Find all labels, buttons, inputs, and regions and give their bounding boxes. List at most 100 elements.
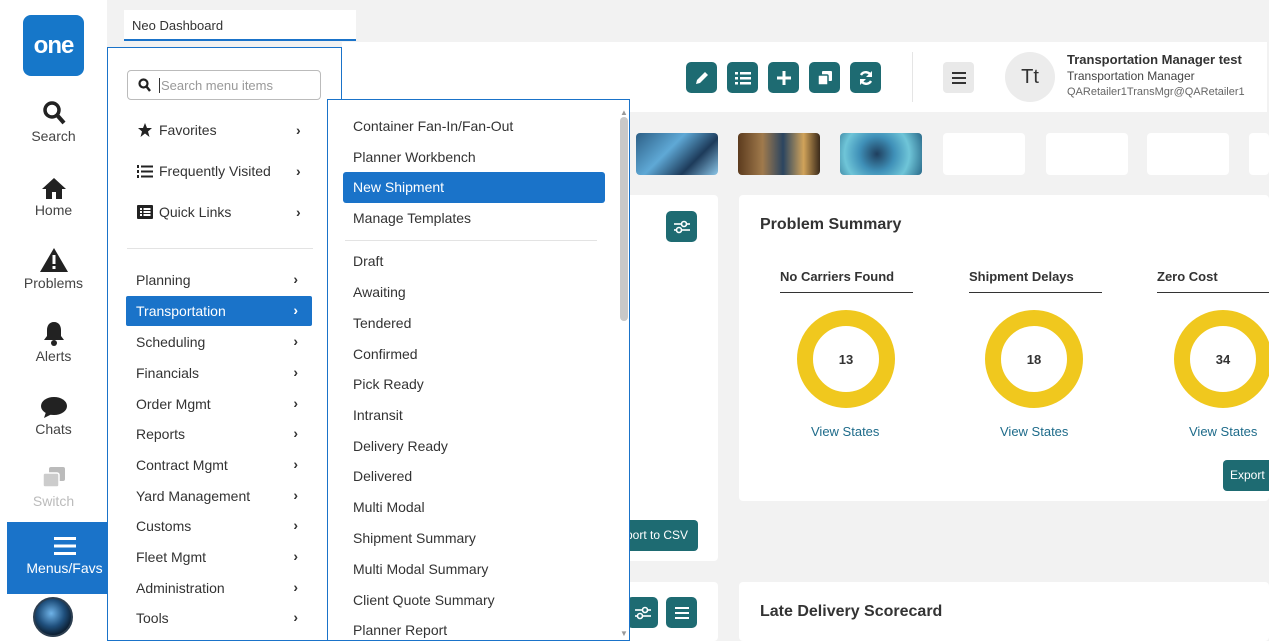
- submenu-item-label: Pick Ready: [353, 376, 424, 392]
- user-avatar[interactable]: Tt: [1005, 52, 1055, 102]
- chevron-right-icon: ›: [293, 364, 298, 380]
- pencil-icon: [695, 71, 708, 84]
- chevron-right-icon: ›: [293, 425, 298, 441]
- search-icon: [138, 78, 151, 92]
- donut-shipment-delays[interactable]: 18: [985, 310, 1083, 408]
- submenu-pick-ready[interactable]: Pick Ready: [343, 369, 605, 400]
- submenu-planner-report[interactable]: Planner Report: [343, 615, 605, 641]
- menu-item-administration[interactable]: Administration ›: [126, 573, 312, 603]
- menu-item-yard-management[interactable]: Yard Management ›: [126, 481, 312, 511]
- tile-5[interactable]: [1046, 133, 1128, 175]
- rail-problems[interactable]: Problems: [0, 247, 107, 291]
- submenu-item-label: Planner Workbench: [353, 149, 476, 165]
- header-menu-button[interactable]: [943, 62, 974, 93]
- app-logo[interactable]: one: [23, 15, 84, 76]
- export-button[interactable]: Export: [1223, 460, 1269, 491]
- menu-item-label: Financials: [136, 365, 200, 381]
- tile-6[interactable]: [1147, 133, 1229, 175]
- rail-alerts-label: Alerts: [35, 348, 72, 364]
- menu-item-customs[interactable]: Customs ›: [126, 511, 312, 541]
- submenu-new-shipment[interactable]: New Shipment: [343, 172, 605, 203]
- bottom-settings-button[interactable]: [627, 597, 658, 628]
- submenu-item-label: Planner Report: [353, 622, 448, 638]
- rail-switch[interactable]: Switch: [0, 465, 107, 509]
- rail-home[interactable]: Home: [0, 176, 107, 218]
- submenu-item-label: Delivery Ready: [353, 438, 448, 454]
- menu-item-reports[interactable]: Reports ›: [126, 419, 312, 449]
- home-icon: [41, 178, 66, 199]
- scroll-up-arrow[interactable]: ▲: [620, 108, 628, 117]
- menu-item-tools[interactable]: Tools ›: [126, 603, 312, 633]
- image-tile-2[interactable]: [738, 133, 820, 175]
- menu-item-contract-mgmt[interactable]: Contract Mgmt ›: [126, 450, 312, 480]
- menu-quick-links[interactable]: Quick Links ›: [137, 204, 301, 220]
- menu-frequently-visited-label: Frequently Visited: [159, 163, 271, 179]
- rail-alerts[interactable]: Alerts: [0, 320, 107, 364]
- edit-button[interactable]: [686, 62, 717, 93]
- list-button[interactable]: [727, 62, 758, 93]
- hamburger-icon: [674, 606, 689, 619]
- submenu-item-label: Delivered: [353, 468, 413, 484]
- submenu-intransit[interactable]: Intransit: [343, 400, 605, 431]
- submenu-confirmed[interactable]: Confirmed: [343, 339, 605, 370]
- submenu-multi-modal-summary[interactable]: Multi Modal Summary: [343, 554, 605, 585]
- submenu-multi-modal[interactable]: Multi Modal: [343, 492, 605, 523]
- add-button[interactable]: [768, 62, 799, 93]
- menu-favorites[interactable]: Favorites ›: [137, 122, 301, 138]
- globe-avatar[interactable]: [33, 597, 73, 637]
- menu-quick-links-label: Quick Links: [159, 204, 232, 220]
- metric-shipment-delays-label: Shipment Delays: [969, 269, 1102, 293]
- menu-item-label: Scheduling: [136, 334, 206, 350]
- user-role: Transportation Manager: [1067, 69, 1195, 83]
- tile-7[interactable]: [1249, 133, 1269, 175]
- submenu-planner-workbench[interactable]: Planner Workbench: [343, 142, 605, 173]
- menu-item-planning[interactable]: Planning ›: [126, 265, 312, 295]
- view-states-link-3[interactable]: View States: [1189, 424, 1257, 439]
- view-states-link-2[interactable]: View States: [1000, 424, 1068, 439]
- menu-frequently-visited[interactable]: Frequently Visited ›: [137, 163, 301, 179]
- menu-item-scheduling[interactable]: Scheduling ›: [126, 327, 312, 357]
- menu-item-financials[interactable]: Financials ›: [126, 358, 312, 388]
- submenu-manage-templates[interactable]: Manage Templates: [343, 203, 605, 234]
- submenu-tendered[interactable]: Tendered: [343, 308, 605, 339]
- chevron-right-icon: ›: [293, 579, 298, 595]
- copy-button[interactable]: [809, 62, 840, 93]
- image-tile-1[interactable]: [636, 133, 718, 175]
- rail-chats[interactable]: Chats: [0, 395, 107, 437]
- submenu-awaiting[interactable]: Awaiting: [343, 277, 605, 308]
- widget-settings-button[interactable]: [666, 211, 697, 242]
- submenu-client-quote-summary[interactable]: Client Quote Summary: [343, 585, 605, 616]
- submenu-item-label: Manage Templates: [353, 210, 472, 226]
- rail-search-label: Search: [31, 128, 76, 144]
- chevron-right-icon: ›: [293, 517, 298, 533]
- menu-favorites-label: Favorites: [159, 122, 217, 138]
- chevron-right-icon: ›: [293, 456, 298, 472]
- menu-search-input[interactable]: Search menu items: [127, 70, 321, 100]
- menu-item-transportation[interactable]: Transportation ›: [126, 296, 312, 326]
- chevron-right-icon: ›: [293, 609, 298, 625]
- view-states-link-1[interactable]: View States: [811, 424, 879, 439]
- submenu-divider: [345, 240, 597, 241]
- tile-4[interactable]: [943, 133, 1025, 175]
- submenu-container-fan[interactable]: Container Fan-In/Fan-Out: [343, 111, 605, 142]
- submenu-item-label: New Shipment: [353, 179, 445, 195]
- menu-item-order-mgmt[interactable]: Order Mgmt ›: [126, 389, 312, 419]
- image-tile-3[interactable]: [840, 133, 922, 175]
- sliders-icon: [673, 220, 690, 233]
- rail-search[interactable]: Search: [0, 100, 107, 144]
- submenu-item-label: Container Fan-In/Fan-Out: [353, 118, 514, 134]
- submenu-scrollbar[interactable]: [620, 117, 628, 321]
- refresh-button[interactable]: [850, 62, 881, 93]
- submenu-shipment-summary[interactable]: Shipment Summary: [343, 523, 605, 554]
- submenu-delivered[interactable]: Delivered: [343, 461, 605, 492]
- submenu-delivery-ready[interactable]: Delivery Ready: [343, 431, 605, 462]
- menu-item-fleet-mgmt[interactable]: Fleet Mgmt ›: [126, 542, 312, 572]
- rail-menus-favs[interactable]: Menus/Favs: [7, 522, 122, 594]
- bottom-list-button[interactable]: [666, 597, 697, 628]
- donut-no-carriers[interactable]: 13: [797, 310, 895, 408]
- submenu-draft[interactable]: Draft: [343, 246, 605, 277]
- donut-zero-cost[interactable]: 34: [1174, 310, 1269, 408]
- tab-neo-dashboard[interactable]: Neo Dashboard: [124, 10, 356, 41]
- scroll-down-arrow[interactable]: ▼: [620, 629, 628, 638]
- submenu-item-label: Confirmed: [353, 346, 418, 362]
